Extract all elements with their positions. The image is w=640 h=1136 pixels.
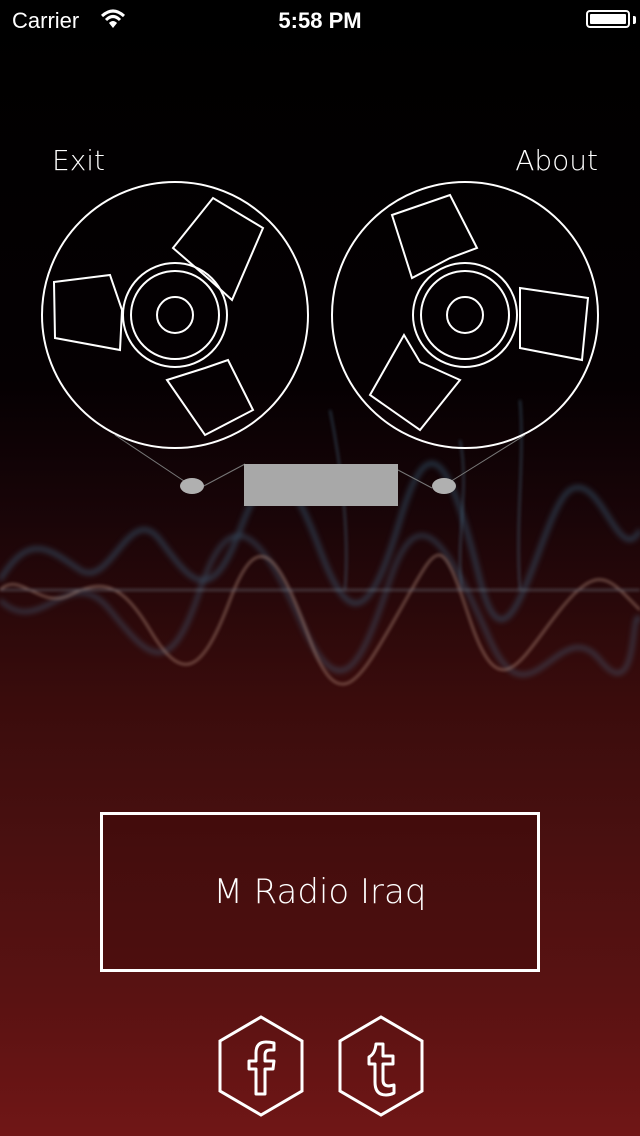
- tape-reels-graphic: [41, 181, 599, 506]
- tumblr-icon[interactable]: [336, 1014, 426, 1118]
- status-time: 5:58 PM: [278, 8, 362, 33]
- station-play-button[interactable]: M Radio Iraq: [100, 812, 540, 972]
- status-bar: Carrier 5:58 PM: [0, 0, 640, 40]
- left-reel: [41, 181, 309, 449]
- right-reel: [331, 181, 599, 449]
- facebook-icon[interactable]: [216, 1014, 306, 1118]
- station-name: M Radio Iraq: [213, 872, 427, 912]
- battery-icon: [586, 10, 630, 28]
